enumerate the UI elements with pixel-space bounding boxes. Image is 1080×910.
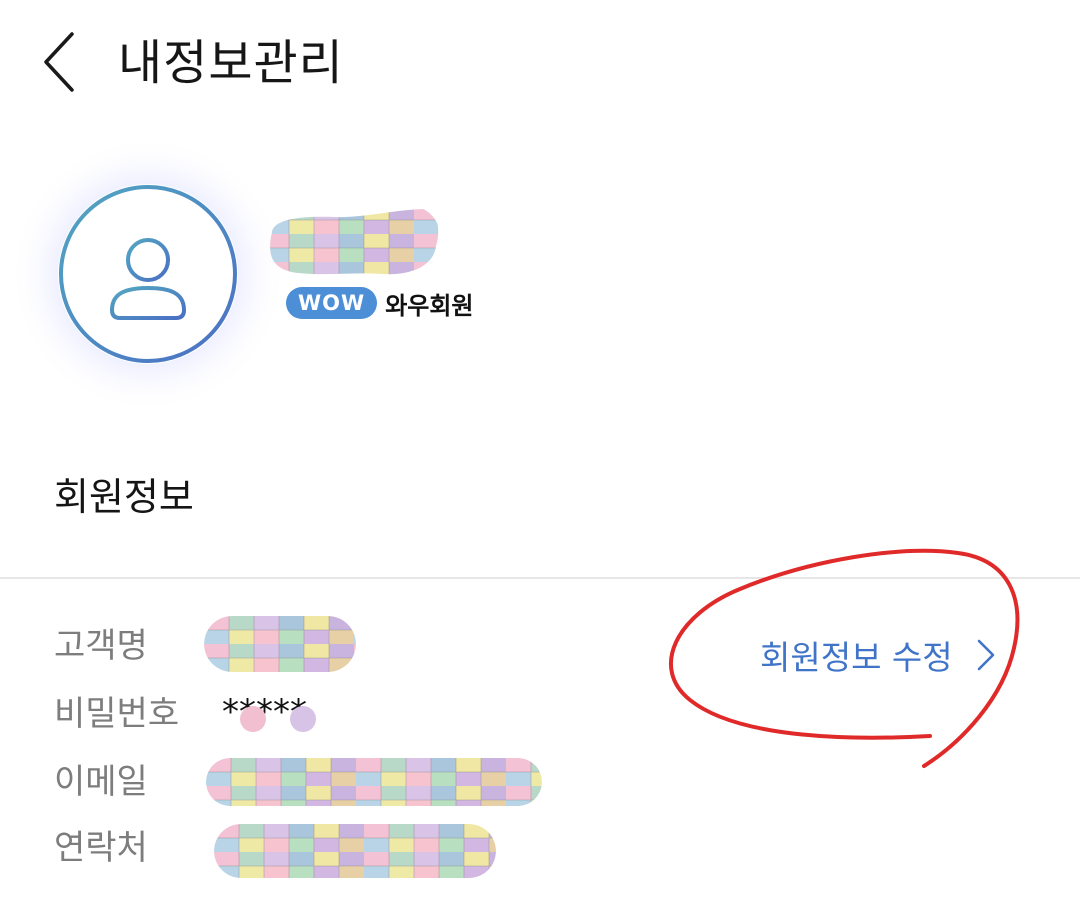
redacted-password-dot	[290, 706, 316, 732]
membership-label: 와우회원	[385, 291, 474, 320]
profile-avatar[interactable]	[58, 184, 238, 364]
phone-label: 연락처	[54, 828, 148, 868]
redacted-customer-name	[204, 616, 356, 672]
password-label: 비밀번호	[54, 694, 180, 734]
top-bar: 내정보관리	[0, 0, 1080, 130]
redacted-phone	[214, 824, 496, 878]
edit-member-info-link[interactable]: 회원정보 수정	[760, 630, 997, 680]
edit-member-info-label: 회원정보 수정	[760, 638, 953, 677]
member-info-title: 회원정보	[54, 475, 194, 519]
membership-row: WOW 와우회원	[286, 286, 474, 320]
redacted-user-name	[270, 209, 439, 275]
redacted-email	[206, 758, 542, 806]
divider	[0, 577, 1080, 579]
redacted-password-dot	[240, 706, 266, 732]
back-button[interactable]	[36, 30, 96, 96]
page-title: 내정보관리	[118, 35, 344, 91]
email-label: 이메일	[54, 762, 148, 802]
chevron-right-icon	[977, 639, 994, 671]
user-avatar-icon	[59, 185, 237, 363]
chevron-left-icon	[44, 32, 74, 92]
wow-badge: WOW	[286, 287, 378, 319]
customer-name-label: 고객명	[54, 626, 148, 666]
